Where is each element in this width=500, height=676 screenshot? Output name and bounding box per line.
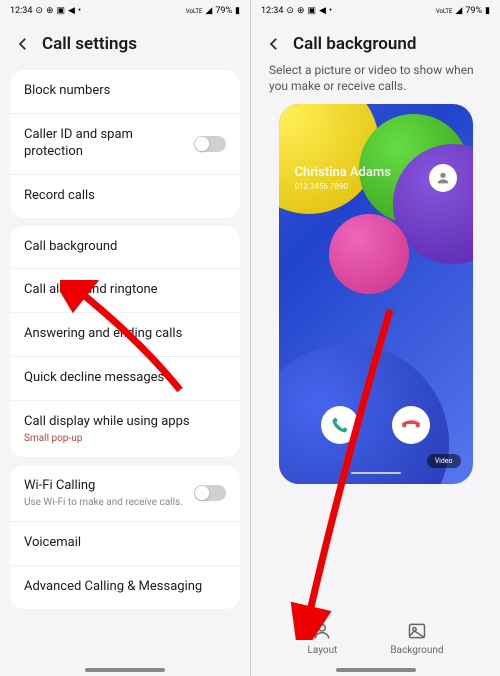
more-icon: •: [329, 6, 332, 16]
page-title: Call settings: [42, 34, 137, 54]
settings-group: Call background Call alerts and ringtone…: [10, 226, 240, 457]
notif-icon: ▣: [57, 6, 66, 16]
signal-icon: ◢: [205, 6, 212, 16]
row-record-calls[interactable]: Record calls: [10, 175, 240, 218]
status-bar: 12:34 ⊙ ⊕ ▣ ◀ • VoLTE ◢ 79% ▮: [0, 0, 250, 22]
row-wifi-calling[interactable]: Wi-Fi Calling Use Wi-Fi to make and rece…: [10, 465, 240, 522]
accept-call-button: [321, 406, 359, 444]
status-time: 12:34: [261, 6, 283, 16]
row-quick-decline[interactable]: Quick decline messages: [10, 357, 240, 401]
avatar: [429, 164, 457, 192]
notif-icon: ▣: [308, 6, 317, 16]
row-call-alerts[interactable]: Call alerts and ringtone: [10, 269, 240, 313]
row-answering[interactable]: Answering and ending calls: [10, 313, 240, 357]
bottom-tabs: Layout Background: [251, 621, 500, 656]
battery-icon: ▮: [485, 6, 490, 16]
battery-text: 79%: [465, 6, 482, 16]
settings-group: Block numbers Caller ID and spam protect…: [10, 70, 240, 218]
more-icon: •: [78, 6, 81, 16]
volte-icon: VoLTE: [436, 8, 453, 15]
tab-layout[interactable]: Layout: [307, 621, 337, 656]
toggle-wifi-calling[interactable]: [194, 485, 226, 501]
caller-name: Christina Adams: [295, 165, 391, 180]
home-indicator[interactable]: [336, 668, 416, 672]
row-voicemail[interactable]: Voicemail: [10, 522, 240, 566]
notif-icon: ⊕: [297, 6, 305, 16]
page-title: Call background: [293, 34, 416, 54]
decline-call-button: [392, 406, 430, 444]
caller-number: 012 3456 7890: [295, 182, 391, 191]
call-buttons: [279, 406, 473, 444]
header: Call settings: [0, 22, 250, 62]
whatsapp-icon: ⊙: [35, 6, 43, 16]
balloon-decoration: [329, 214, 409, 294]
tab-background[interactable]: Background: [390, 621, 443, 656]
toggle-caller-id[interactable]: [194, 136, 226, 152]
telegram-icon: ◀: [68, 6, 75, 16]
image-icon: [407, 621, 427, 641]
row-call-background[interactable]: Call background: [10, 226, 240, 270]
row-block-numbers[interactable]: Block numbers: [10, 70, 240, 114]
phone-right: 12:34 ⊙ ⊕ ▣ ◀ • VoLTE ◢ 79% ▮ Call backg…: [250, 0, 500, 676]
person-icon: [312, 621, 332, 641]
volte-icon: VoLTE: [186, 8, 203, 15]
battery-text: 79%: [215, 6, 232, 16]
back-icon[interactable]: [265, 35, 283, 53]
row-call-display[interactable]: Call display while using apps Small pop-…: [10, 401, 240, 457]
row-advanced-calling[interactable]: Advanced Calling & Messaging: [10, 566, 240, 609]
notif-icon: ⊕: [46, 6, 54, 16]
page-subtitle: Select a picture or video to show when y…: [251, 62, 500, 104]
settings-group: Wi-Fi Calling Use Wi-Fi to make and rece…: [10, 465, 240, 609]
telegram-icon: ◀: [319, 6, 326, 16]
preview-home-bar: [351, 472, 401, 474]
back-icon[interactable]: [14, 35, 32, 53]
status-time: 12:34: [10, 6, 32, 16]
row-caller-id[interactable]: Caller ID and spam protection: [10, 114, 240, 175]
video-badge: Video: [427, 454, 461, 468]
header: Call background: [251, 22, 500, 62]
call-preview[interactable]: Christina Adams 012 3456 7890 Video: [279, 104, 473, 484]
home-indicator[interactable]: [85, 668, 165, 672]
battery-icon: ▮: [235, 6, 240, 16]
phone-left: 12:34 ⊙ ⊕ ▣ ◀ • VoLTE ◢ 79% ▮ Call setti…: [0, 0, 250, 676]
status-bar: 12:34 ⊙ ⊕ ▣ ◀ • VoLTE ◢ 79% ▮: [251, 0, 500, 22]
caller-info: Christina Adams 012 3456 7890: [279, 164, 473, 192]
whatsapp-icon: ⊙: [286, 6, 294, 16]
signal-icon: ◢: [455, 6, 462, 16]
